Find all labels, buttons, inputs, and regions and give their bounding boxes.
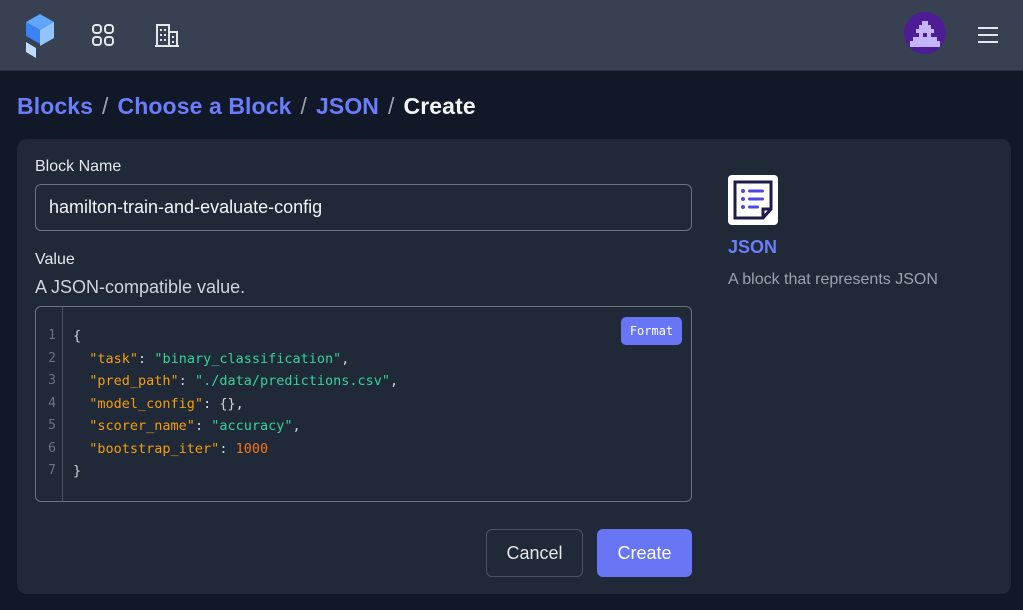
line-number-gutter: 1 2 3 4 5 6 7	[36, 307, 63, 501]
breadcrumb-current-page: Create	[403, 92, 476, 119]
breadcrumb-separator: /	[388, 92, 395, 119]
code-line: "model_config": {},	[89, 396, 244, 412]
breadcrumb-blocks-link[interactable]: Blocks	[17, 93, 93, 120]
line-number: 3	[48, 373, 56, 388]
json-key: "bootstrap_iter"	[89, 441, 220, 457]
user-avatar[interactable]	[904, 12, 946, 54]
json-key: "task"	[89, 351, 139, 367]
line-number: 5	[48, 418, 56, 433]
breadcrumb-separator: /	[300, 92, 307, 119]
breadcrumb-choose-block-link[interactable]: Choose a Block	[118, 93, 292, 120]
json-string-value: "./data/predictions.csv"	[194, 373, 391, 389]
code-line: "task": "binary_classification",	[89, 351, 350, 367]
code-line: "bootstrap_iter": 1000	[89, 441, 269, 457]
block-name-label: Block Name	[35, 158, 122, 175]
json-object-value: {}	[219, 396, 236, 412]
breadcrumb: Blocks / Choose a Block / JSON / Create	[17, 90, 476, 122]
prefect-logo-icon[interactable]	[24, 14, 56, 58]
json-comma: ,	[292, 418, 301, 434]
json-string-value: "accuracy"	[211, 418, 293, 434]
line-number: 6	[48, 441, 56, 456]
line-number: 1	[48, 328, 56, 343]
breadcrumb-separator: /	[102, 92, 109, 119]
hamburger-menu-icon[interactable]	[976, 24, 1000, 46]
json-comma: ,	[341, 351, 350, 367]
json-code-editor[interactable]: 1 2 3 4 5 6 7 { "task": "binary_classifi…	[35, 306, 692, 502]
create-button[interactable]: Create	[597, 529, 692, 577]
json-document-icon	[733, 180, 773, 220]
grid-icon[interactable]	[90, 22, 116, 48]
value-label: Value	[35, 251, 75, 268]
json-block-logo	[728, 175, 778, 225]
json-key: "scorer_name"	[89, 418, 195, 434]
code-line: "pred_path": "./data/predictions.csv",	[89, 373, 399, 389]
block-type-description: A block that represents JSON	[728, 271, 938, 288]
json-number-value: 1000	[235, 441, 269, 457]
format-button[interactable]: Format	[621, 317, 682, 345]
code-line: "scorer_name": "accuracy",	[89, 418, 301, 434]
breadcrumb-json-link[interactable]: JSON	[316, 93, 379, 120]
code-line-close-brace: }	[73, 463, 82, 479]
block-create-card: Block Name Value A JSON-compatible value…	[17, 139, 1011, 594]
line-number: 2	[48, 351, 56, 366]
block-name-input[interactable]	[35, 184, 692, 231]
line-number: 7	[48, 463, 56, 478]
value-description: A JSON-compatible value.	[35, 277, 246, 297]
cancel-button[interactable]: Cancel	[486, 529, 583, 577]
json-key: "pred_path"	[89, 373, 179, 389]
code-line-open-brace: {	[73, 328, 82, 344]
json-comma: ,	[235, 396, 244, 412]
json-comma: ,	[390, 373, 399, 389]
json-string-value: "binary_classification"	[154, 351, 342, 367]
block-type-title: JSON	[728, 237, 778, 257]
top-navigation-bar	[0, 0, 1023, 71]
line-number: 4	[48, 396, 56, 411]
pixel-avatar-icon	[904, 12, 946, 54]
building-icon[interactable]	[154, 22, 180, 48]
json-key: "model_config"	[89, 396, 204, 412]
